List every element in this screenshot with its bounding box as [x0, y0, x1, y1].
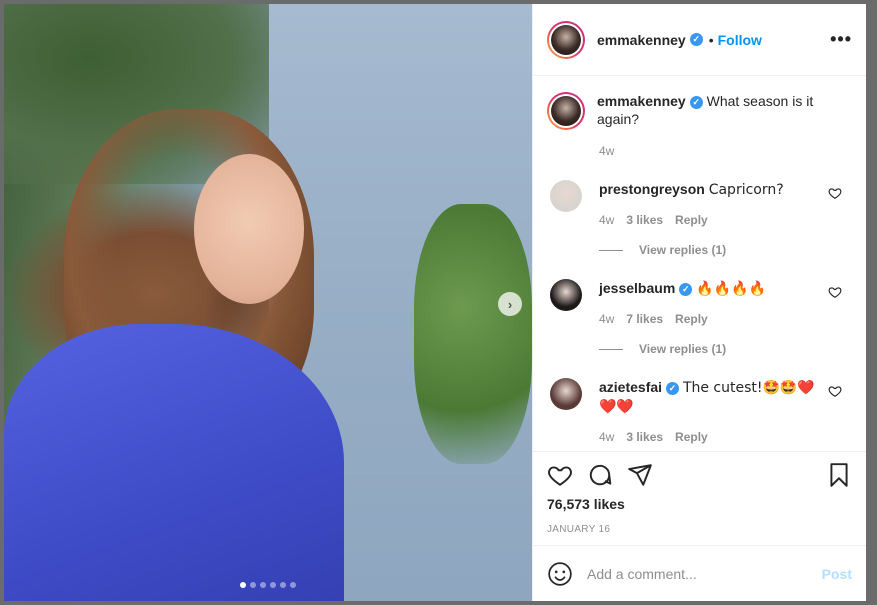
comment-item: jesselbaum ✓ 🔥🔥🔥🔥 4w 7 likes Reply View r…: [547, 279, 852, 356]
carousel-dots: [4, 582, 532, 588]
comment-meta: 4w 3 likes Reply: [599, 428, 819, 446]
comment-icon[interactable]: [587, 462, 613, 488]
bookmark-icon[interactable]: [826, 462, 852, 488]
caption-text: emmakenney ✓ What season is it again?: [597, 92, 817, 130]
chevron-right-icon: ›: [507, 296, 513, 312]
comment-likes[interactable]: 7 likes: [626, 310, 663, 328]
commenter-username[interactable]: jesselbaum: [599, 280, 675, 296]
comment-composer: Post: [533, 545, 866, 601]
post-button[interactable]: Post: [822, 566, 852, 582]
comment-row: prestongreyson Capricorn? 4w 3 likes Rep…: [547, 180, 852, 229]
verified-icon: ✓: [666, 381, 680, 395]
carousel-dot: [280, 582, 286, 588]
photo-hoodie: [4, 324, 344, 601]
view-replies-label: View replies (1): [639, 342, 727, 356]
reply-button[interactable]: Reply: [675, 211, 708, 229]
comment-body: prestongreyson Capricorn? 4w 3 likes Rep…: [599, 180, 819, 229]
post-header: emmakenney ✓ • Follow •••: [533, 4, 866, 76]
commenter-avatar[interactable]: [550, 378, 582, 410]
commenter-username[interactable]: prestongreyson: [599, 181, 705, 197]
avatar[interactable]: [547, 20, 585, 59]
avatar-image: [551, 96, 581, 126]
photo-face: [194, 154, 304, 304]
action-bar: 76,573 likes JANUARY 16: [533, 451, 866, 545]
comment-text: Capricorn?: [708, 182, 784, 198]
comment-row: jesselbaum ✓ 🔥🔥🔥🔥 4w 7 likes Reply: [547, 279, 852, 328]
carousel-dot: [240, 582, 246, 588]
heart-icon[interactable]: [828, 186, 842, 200]
comment-item: prestongreyson Capricorn? 4w 3 likes Rep…: [547, 180, 852, 257]
commenter-avatar[interactable]: [550, 279, 582, 311]
comment-body: jesselbaum ✓ 🔥🔥🔥🔥 4w 7 likes Reply: [599, 279, 819, 328]
next-photo-button[interactable]: ›: [498, 292, 522, 316]
verified-icon: ✓: [689, 95, 703, 109]
reply-button[interactable]: Reply: [675, 310, 708, 328]
comment-likes[interactable]: 3 likes: [626, 211, 663, 229]
caption: emmakenney ✓ What season is it again?: [547, 92, 852, 130]
share-icon[interactable]: [627, 462, 653, 488]
comment-item: azietesfai ✓ The cutest!🤩🤩❤️❤️❤️ 4w 3 lik…: [547, 378, 852, 446]
caption-age: 4w: [599, 144, 615, 158]
comment-body: azietesfai ✓ The cutest!🤩🤩❤️❤️❤️ 4w 3 lik…: [599, 378, 819, 446]
photo-plant: [414, 204, 532, 464]
comment-thread: prestongreyson Capricorn? 4w 3 likes Rep…: [547, 180, 852, 446]
replies-divider: [599, 348, 623, 350]
carousel-dot: [260, 582, 266, 588]
avatar-image: [551, 24, 581, 55]
post-modal: › emmakenney ✓ • Follow ••• emmakenney ✓ …: [4, 4, 866, 601]
view-replies-button[interactable]: View replies (1): [599, 243, 852, 257]
commenter-avatar[interactable]: [550, 180, 582, 212]
comment-row: azietesfai ✓ The cutest!🤩🤩❤️❤️❤️ 4w 3 lik…: [547, 378, 852, 446]
view-replies-label: View replies (1): [639, 243, 727, 257]
author-username[interactable]: emmakenney: [597, 32, 686, 48]
caption-username[interactable]: emmakenney: [597, 93, 686, 109]
follow-button[interactable]: Follow: [718, 32, 762, 48]
action-icons: [547, 462, 852, 488]
more-icon[interactable]: •••: [830, 29, 852, 50]
comment-age: 4w: [599, 430, 615, 444]
emoji-icon[interactable]: [547, 561, 573, 587]
heart-icon[interactable]: [828, 285, 842, 299]
verified-icon: ✓: [689, 33, 703, 46]
carousel-dot: [250, 582, 256, 588]
reply-button[interactable]: Reply: [675, 428, 708, 446]
post-photo[interactable]: ›: [4, 4, 532, 601]
view-replies-button[interactable]: View replies (1): [599, 342, 852, 356]
carousel-dot: [290, 582, 296, 588]
replies-divider: [599, 249, 623, 251]
comment-text: 🔥🔥🔥🔥: [696, 281, 766, 297]
heart-icon[interactable]: [547, 462, 573, 488]
post-sidebar: emmakenney ✓ • Follow ••• emmakenney ✓ Wh…: [532, 4, 866, 601]
caption-avatar[interactable]: [547, 92, 585, 130]
carousel-dot: [270, 582, 276, 588]
verified-icon: ✓: [679, 282, 693, 296]
comments-list[interactable]: emmakenney ✓ What season is it again? 4w …: [533, 76, 866, 451]
comment-age: 4w: [599, 213, 615, 227]
comment-meta: 4w 3 likes Reply: [599, 211, 819, 229]
comment-age: 4w: [599, 312, 615, 326]
comment-meta: 4w 7 likes Reply: [599, 310, 819, 328]
comment-input[interactable]: [587, 565, 822, 582]
commenter-username[interactable]: azietesfai: [599, 379, 662, 395]
comment-likes[interactable]: 3 likes: [626, 428, 663, 446]
post-date: JANUARY 16: [547, 524, 611, 535]
heart-icon[interactable]: [828, 384, 842, 398]
likes-count[interactable]: 76,573 likes: [547, 496, 852, 512]
separator-bullet: •: [708, 31, 714, 48]
